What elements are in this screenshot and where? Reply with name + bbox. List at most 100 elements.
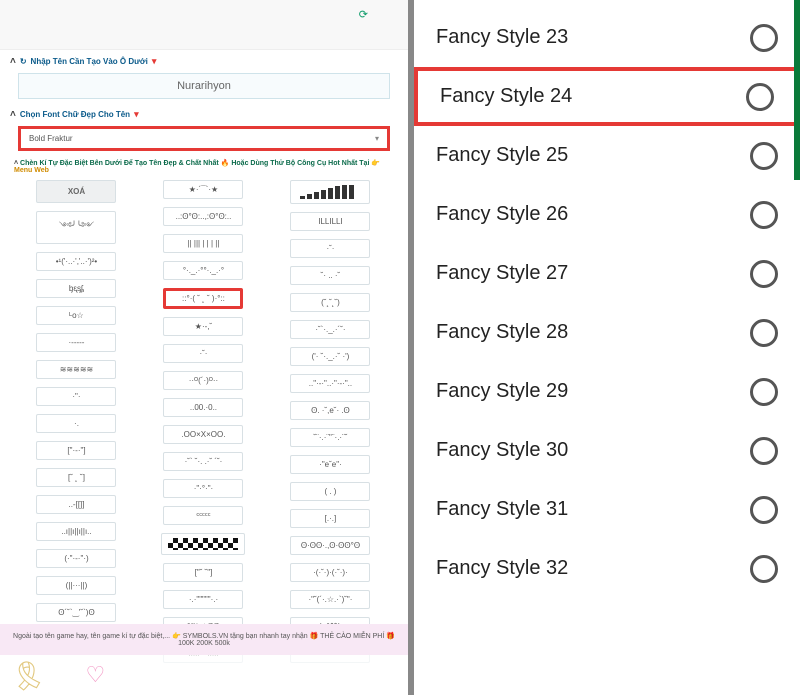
symbol-chip[interactable]: °·._.·°°·._.·° bbox=[163, 261, 243, 280]
website-panel: ⟳ ˄ ↻ Nhập Tên Cần Tạo Vào Ô Dưới ▾ Nura… bbox=[0, 0, 408, 695]
symbol-chip[interactable]: •¹('·..·','..·')²• bbox=[36, 252, 116, 271]
radio-icon[interactable] bbox=[746, 83, 774, 111]
style-label: Fancy Style 28 bbox=[436, 321, 568, 344]
symbol-chip[interactable]: ["˘ ˘"] bbox=[163, 563, 243, 582]
style-row[interactable]: Fancy Style 27 bbox=[414, 244, 800, 303]
symbol-chip[interactable]: ·"· bbox=[36, 387, 116, 406]
symbol-chip[interactable]: XOÁ bbox=[36, 180, 116, 203]
dropdown-triangle-icon: ▾ bbox=[375, 134, 379, 143]
symbol-chip[interactable]: ˘· .. ·˘ bbox=[290, 266, 370, 285]
style-row[interactable]: Fancy Style 23 bbox=[414, 8, 800, 67]
ribbon-row: 🎗 ♡ bbox=[0, 655, 408, 695]
symbols-col-0: XOÁ ༺╯╰༻ •¹('·..·','..·')²• ᶀᶓᶊᶋ ᴸᴏ☆ ·----- ≋≋… bbox=[18, 180, 135, 663]
style-row[interactable]: Fancy Style 32 bbox=[414, 539, 800, 598]
radio-icon[interactable] bbox=[750, 496, 778, 524]
symbol-chip[interactable]: .OO×X×OO. bbox=[163, 425, 243, 444]
style-label: Fancy Style 25 bbox=[436, 144, 568, 167]
symbol-chip[interactable]: ..:ʘ°ʘ:..,:ʘ°ʘ:.. bbox=[163, 207, 243, 226]
symbols-col-2: ILLILLI ·˘· ˘· .. ·˘ (˘˛˘˛˘) ·˘`·._.·´˘· ('· … bbox=[272, 180, 389, 663]
name-input[interactable]: Nurarihyon bbox=[18, 73, 390, 99]
symbol-chip[interactable]: ::°·( ˘ ˛ ˘ )·°:: bbox=[163, 288, 243, 309]
style-row[interactable]: Fancy Style 28 bbox=[414, 303, 800, 362]
symbol-chip[interactable]: ᴸᴏ☆ bbox=[36, 306, 116, 325]
section-font-select: ˄ Chọn Font Chữ Đẹp Cho Tên ▾ bbox=[0, 103, 408, 122]
symbol-chip[interactable]: ༺╯╰༻ bbox=[36, 211, 116, 244]
radio-icon[interactable] bbox=[750, 555, 778, 583]
chevron-up-icon[interactable]: ˄ bbox=[10, 56, 16, 67]
symbol-chip[interactable]: ★·´¯`·★ bbox=[163, 180, 243, 199]
insert-symbols-label: ˄ Chèn Kí Tự Đặc Biệt Bên Dưới Để Tạo Tê… bbox=[0, 157, 408, 180]
bars-icon[interactable] bbox=[290, 180, 370, 204]
symbol-chip[interactable]: ["·-·"] bbox=[36, 441, 116, 460]
symbol-chip[interactable]: ·"˘(´·.☆.·`)˘"· bbox=[290, 590, 370, 609]
symbol-chip[interactable]: [.·.] bbox=[290, 509, 370, 528]
radio-icon[interactable] bbox=[750, 24, 778, 52]
symbol-chip[interactable]: .."·-·"..·"·-·".. bbox=[290, 374, 370, 393]
style-label: Fancy Style 27 bbox=[436, 262, 568, 285]
font-select-value: Bold Fraktur bbox=[29, 134, 73, 143]
checker-icon[interactable] bbox=[161, 533, 245, 555]
symbol-chip[interactable]: ·.·"""""·.· bbox=[163, 590, 243, 609]
symbol-chip[interactable]: ★·-,˘ bbox=[163, 317, 243, 336]
symbol-chip[interactable]: ..-[[]] bbox=[36, 495, 116, 514]
symbol-chip[interactable]: ·----- bbox=[36, 333, 116, 352]
mobile-style-picker: Fancy Style 23 Fancy Style 24 Fancy Style … bbox=[408, 0, 800, 695]
symbol-chip[interactable]: (||···||) bbox=[36, 576, 116, 595]
symbol-chip[interactable]: ≋≋≋≋≋ bbox=[36, 360, 116, 379]
symbol-chip[interactable]: ·(·˘·)·(·˘·)· bbox=[290, 563, 370, 582]
symbol-chip[interactable]: [˘ ˛ ˘] bbox=[36, 468, 116, 487]
menu-web-link[interactable]: Menu Web bbox=[14, 167, 49, 174]
symbol-chip[interactable]: ʘ·ʘʘ·.,ʘ·ʘʘ°ʘ bbox=[290, 536, 370, 555]
symbol-chip[interactable]: ·˘· bbox=[163, 344, 243, 363]
insert-text: Chèn Kí Tự Đặc Biệt Bên Dưới Để Tạo Tên … bbox=[20, 160, 380, 167]
refresh-icon[interactable]: ⟳ bbox=[359, 8, 368, 21]
style-row[interactable]: Fancy Style 30 bbox=[414, 421, 800, 480]
symbol-chip[interactable]: ·"e˘e"· bbox=[290, 455, 370, 474]
style-label: Fancy Style 31 bbox=[436, 498, 568, 521]
symbols-col-1: ★·´¯`·★ ..:ʘ°ʘ:..,:ʘ°ʘ:.. || ||| | | | || °… bbox=[145, 180, 262, 663]
symbol-chip[interactable]: ··ᴼ(´·)ᴼ·· bbox=[163, 371, 243, 390]
symbol-chip[interactable]: || ||| | | | || bbox=[163, 234, 243, 253]
symbol-chip[interactable]: ILLILLI bbox=[290, 212, 370, 231]
arrow-down-red-icon: ▾ bbox=[152, 56, 157, 67]
symbol-chip[interactable]: ʘ. ·˘,e˘· .ʘ bbox=[290, 401, 370, 420]
style-row[interactable]: Fancy Style 29 bbox=[414, 362, 800, 421]
symbol-chip[interactable]: ᶜᶜᶜᶜᶜ bbox=[163, 506, 243, 525]
promo-banner[interactable]: Ngoài tạo tên game hay, tên game kí tự đ… bbox=[0, 624, 408, 655]
symbol-chip[interactable]: ..00.·0.. bbox=[163, 398, 243, 417]
section-input-name: ˄ ↻ Nhập Tên Cần Tạo Vào Ô Dưới ▾ bbox=[0, 50, 408, 69]
radio-icon[interactable] bbox=[750, 437, 778, 465]
style-row[interactable]: Fancy Style 26 bbox=[414, 185, 800, 244]
chevron-up-icon[interactable]: ˄ bbox=[10, 109, 16, 120]
radio-icon[interactable] bbox=[750, 260, 778, 288]
style-label: Fancy Style 26 bbox=[436, 203, 568, 226]
style-row[interactable]: Fancy Style 25 bbox=[414, 126, 800, 185]
symbol-chip[interactable]: ..ı||ı||ı||ı.. bbox=[36, 522, 116, 541]
symbol-chip[interactable]: ʘ´˘`‿'˘`)ʘ bbox=[36, 603, 116, 622]
symbol-chip[interactable]: ('· ˘·._.·˘ ·') bbox=[290, 347, 370, 366]
style-list[interactable]: Fancy Style 23 Fancy Style 24 Fancy Style … bbox=[414, 0, 800, 606]
style-label: Fancy Style 23 bbox=[436, 26, 568, 49]
symbol-chip[interactable]: ( . ) bbox=[290, 482, 370, 501]
symbol-chip[interactable]: (·"·-·"·) bbox=[36, 549, 116, 568]
scroll-indicator bbox=[794, 0, 800, 180]
symbol-chip[interactable]: ·. bbox=[36, 414, 116, 433]
refresh-small-icon: ↻ bbox=[20, 57, 27, 66]
font-select-dropdown[interactable]: Bold Fraktur ▾ bbox=[18, 126, 390, 151]
ribbon-icon: 🎗 bbox=[7, 656, 48, 695]
radio-icon[interactable] bbox=[750, 378, 778, 406]
symbol-chip[interactable]: ·˘· bbox=[290, 239, 370, 258]
chevron-up-icon[interactable]: ˄ bbox=[14, 160, 18, 167]
symbol-chip[interactable]: (˘˛˘˛˘) bbox=[290, 293, 370, 312]
symbol-chip[interactable]: ˘¨·.·¨"¨·.·¨˘ bbox=[290, 428, 370, 447]
radio-icon[interactable] bbox=[750, 201, 778, 229]
radio-icon[interactable] bbox=[750, 319, 778, 347]
style-row[interactable]: Fancy Style 24 bbox=[414, 67, 800, 126]
symbol-chip[interactable]: ·"·°·"· bbox=[163, 479, 243, 498]
symbol-chip[interactable]: ·˘` ˘·. .·˘ ´˘· bbox=[163, 452, 243, 471]
radio-icon[interactable] bbox=[750, 142, 778, 170]
style-row[interactable]: Fancy Style 31 bbox=[414, 480, 800, 539]
symbols-grid: XOÁ ༺╯╰༻ •¹('·..·','..·')²• ᶀᶓᶊᶋ ᴸᴏ☆ ·----- ≋≋… bbox=[0, 180, 408, 663]
symbol-chip[interactable]: ᶀᶓᶊᶋ bbox=[36, 279, 116, 298]
symbol-chip[interactable]: ·˘`·._.·´˘· bbox=[290, 320, 370, 339]
